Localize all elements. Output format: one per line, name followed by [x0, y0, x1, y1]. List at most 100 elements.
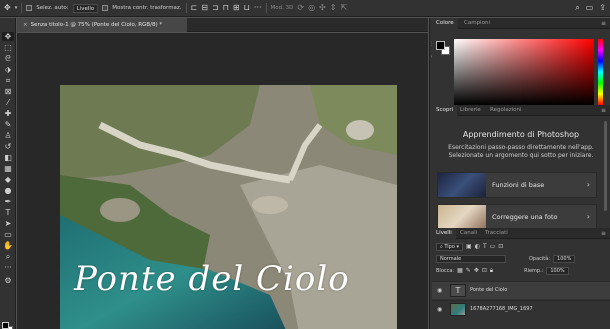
fill-value[interactable]: 100%	[546, 266, 569, 275]
lock-pixels-icon[interactable]: ▦	[457, 267, 463, 274]
visibility-eye-icon[interactable]: ◉	[437, 287, 442, 294]
object-select-tool-icon[interactable]: ⬗	[2, 65, 14, 74]
tab-paths[interactable]: Tracciati	[481, 228, 512, 239]
share-icon[interactable]: ⇪	[599, 3, 606, 13]
type-tool-icon[interactable]: T	[2, 208, 14, 217]
layer-row[interactable]: ◉ T Ponte del Ciolo	[432, 281, 610, 299]
tab-swatches[interactable]: Campioni	[460, 18, 494, 29]
filter-adjustment-icon[interactable]: ◐	[475, 243, 480, 250]
divider	[21, 3, 23, 13]
tab-color[interactable]: Colore	[432, 18, 458, 29]
card-label: Correggere una foto	[492, 213, 558, 221]
lock-artboard-icon[interactable]: ⊡	[482, 267, 487, 274]
layer-row[interactable]: ◉ 1678A277168_IMG_1697	[432, 300, 610, 318]
color-panel-tabs: Colore Campioni ≡	[432, 18, 610, 29]
orbit-3d-icon[interactable]: ⟳	[297, 4, 304, 12]
workspace-icon[interactable]: ▭	[586, 3, 594, 13]
transform-controls-checkbox[interactable]	[102, 5, 109, 11]
visibility-eye-icon[interactable]: ◉	[437, 306, 442, 313]
path-select-tool-icon[interactable]: ➤	[2, 219, 14, 228]
divider	[185, 3, 187, 13]
move-tool-icon[interactable]: ✥	[4, 4, 11, 12]
scale-3d-icon[interactable]: ⇱	[340, 4, 347, 12]
blend-mode-dropdown[interactable]: Normale	[436, 254, 506, 263]
history-brush-tool-icon[interactable]: ↺	[2, 142, 14, 151]
chevron-right-icon: ›	[586, 180, 590, 189]
auto-select-label: Selez. auto:	[36, 5, 69, 11]
pen-tool-icon[interactable]: ✒	[2, 197, 14, 206]
slide-3d-icon[interactable]: ⇕	[330, 4, 337, 12]
align-bottom-icon[interactable]: ⊔	[244, 4, 250, 12]
align-middle-icon[interactable]: ⊞	[233, 4, 240, 12]
discover-panel: Scopri Librerie Regolazioni ≡ Apprendime…	[432, 105, 610, 232]
tab-channels[interactable]: Canali	[456, 228, 481, 239]
edit-toolbar-icon[interactable]: ⚙	[2, 276, 14, 285]
align-center-icon[interactable]: ⊟	[201, 4, 208, 12]
frame-tool-icon[interactable]: ⊠	[2, 87, 14, 96]
roll-3d-icon[interactable]: ◎	[308, 4, 315, 12]
blur-tool-icon[interactable]: ◆	[2, 175, 14, 184]
lock-paint-icon[interactable]: ✎	[466, 267, 471, 274]
eraser-tool-icon[interactable]: ◧	[2, 153, 14, 162]
auto-select-dropdown[interactable]: Livello	[72, 3, 99, 13]
layers-panel: Livelli Canali Tracciati ≡ ⌕ Tipo ▾ ▣ ◐ …	[432, 228, 610, 329]
lock-position-icon[interactable]: ✥	[474, 267, 479, 274]
lasso-tool-icon[interactable]: ᘓ	[2, 54, 14, 63]
hue-slider[interactable]	[598, 39, 603, 105]
filter-shape-icon[interactable]: ▭	[490, 243, 496, 250]
panel-menu-icon[interactable]: ≡	[601, 228, 606, 239]
zoom-tool-icon[interactable]: ⌕	[2, 252, 14, 261]
scrollbar[interactable]	[604, 121, 607, 211]
eyedropper-tool-icon[interactable]: ⁄	[2, 98, 14, 107]
chevron-down-icon[interactable]: ▾	[15, 4, 18, 12]
crop-tool-icon[interactable]: ⌗	[2, 76, 14, 85]
tab-adjustments[interactable]: Regolazioni	[486, 105, 526, 116]
divider	[265, 3, 267, 13]
filter-type-icon[interactable]: T	[483, 243, 487, 250]
color-picker-field[interactable]	[454, 39, 594, 105]
color-panel	[432, 30, 610, 116]
search-icon[interactable]: ⌕	[575, 3, 579, 13]
align-right-icon[interactable]: ⊐	[212, 4, 219, 12]
filter-pixel-icon[interactable]: ▣	[466, 243, 472, 250]
panel-menu-icon[interactable]: ≡	[601, 18, 606, 29]
discover-title: Apprendimento di Photoshop	[462, 130, 580, 139]
layer-filter-label: Tipo	[444, 243, 455, 250]
layer-filter-row: ⌕ Tipo ▾ ▣ ◐ T ▭ ⊡	[432, 241, 610, 252]
marquee-tool-icon[interactable]: ⬚	[2, 43, 14, 52]
more-tools-icon[interactable]: ···	[2, 263, 14, 272]
card-basics[interactable]: Funzioni di base ›	[437, 172, 597, 198]
foreground-color-swatch[interactable]	[436, 41, 445, 50]
lock-all-icon[interactable]: 🔒︎	[490, 267, 493, 275]
opacity-value[interactable]: 100%	[553, 254, 576, 263]
hand-tool-icon[interactable]: ✋	[2, 241, 14, 250]
document-tab-bar: × Senza titolo-1 @ 75% (Ponte del Ciolo, …	[17, 18, 428, 32]
fill-label: Riemp.:	[524, 267, 544, 274]
align-top-icon[interactable]: ⊓	[223, 4, 229, 12]
card-fix-photo[interactable]: Correggere una foto ›	[437, 204, 597, 230]
more-options-icon[interactable]: ···	[254, 4, 262, 12]
rectangle-tool-icon[interactable]: ▭	[2, 230, 14, 239]
healing-brush-tool-icon[interactable]: ✚	[2, 109, 14, 118]
gradient-tool-icon[interactable]: ▦	[2, 164, 14, 173]
canvas-area[interactable]: Ponte del Ciolo	[17, 33, 428, 329]
close-tab-icon[interactable]: ×	[23, 22, 28, 28]
drag-3d-icon[interactable]: ✣	[319, 4, 326, 12]
layers-panel-tabs: Livelli Canali Tracciati ≡	[432, 228, 610, 239]
canvas-image[interactable]: Ponte del Ciolo	[60, 85, 397, 329]
dodge-tool-icon[interactable]: ●	[2, 186, 14, 195]
clone-stamp-tool-icon[interactable]: ♙	[2, 131, 14, 140]
panel-menu-icon[interactable]: ≡	[601, 105, 606, 116]
layer-name: Ponte del Ciolo	[470, 287, 508, 293]
align-left-icon[interactable]: ⊏	[191, 4, 198, 12]
auto-select-checkbox[interactable]	[26, 5, 33, 11]
tab-discover[interactable]: Scopri	[432, 105, 458, 116]
filter-smart-object-icon[interactable]: ⊡	[498, 243, 503, 250]
brush-tool-icon[interactable]: ✎	[2, 120, 14, 129]
layer-filter-dropdown[interactable]: ⌕ Tipo ▾	[436, 242, 464, 251]
tab-libraries[interactable]: Librerie	[456, 105, 485, 116]
tab-layers[interactable]: Livelli	[432, 228, 456, 239]
foreground-color-swatch[interactable]	[2, 322, 9, 329]
document-tab[interactable]: × Senza titolo-1 @ 75% (Ponte del Ciolo, …	[17, 18, 187, 32]
move-tool-icon[interactable]: ✥	[2, 32, 14, 41]
